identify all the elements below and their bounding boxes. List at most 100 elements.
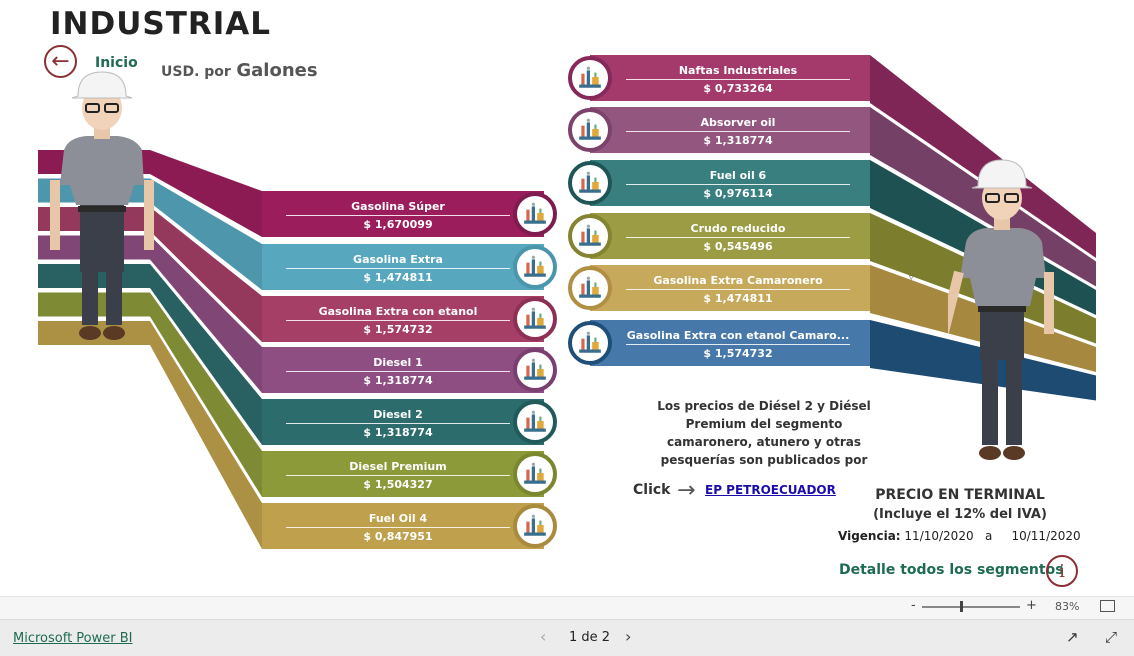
refinery-icon xyxy=(579,276,601,298)
note-line: camaronero, atunero y otras xyxy=(666,435,862,449)
product-card: Gasolina Súper $ 1,670099 xyxy=(262,191,544,237)
product-card: Gasolina Extra con etanol $ 1,574732 xyxy=(262,296,544,342)
inicio-link[interactable]: Inicio xyxy=(95,55,138,71)
product-badge xyxy=(513,192,557,236)
product-badge xyxy=(513,452,557,496)
product-badge xyxy=(568,321,612,365)
divider-line xyxy=(286,320,510,321)
product-price: $ 1,670099 xyxy=(363,218,433,231)
page-indicator: 1 de 2 xyxy=(569,630,611,645)
product-name: Gasolina Extra con etanol xyxy=(318,305,478,318)
product-card: Crudo reducido $ 0,545496 xyxy=(590,213,870,259)
footer-bar xyxy=(0,619,1134,656)
product-badge xyxy=(513,297,557,341)
divider-line xyxy=(286,371,510,372)
product-badge xyxy=(513,504,557,548)
refinery-icon xyxy=(579,224,601,246)
product-name: Diesel 1 xyxy=(373,356,423,369)
arrow-right-icon: → xyxy=(677,478,696,503)
product-price: $ 0,847951 xyxy=(363,530,433,543)
refinery-icon xyxy=(524,410,546,432)
divider-line xyxy=(626,289,850,290)
zoom-level: 83% xyxy=(1055,600,1080,613)
product-price: $ 1,474811 xyxy=(703,292,773,305)
refinery-icon xyxy=(579,171,601,193)
product-badge xyxy=(513,245,557,289)
fit-page-icon[interactable] xyxy=(1100,600,1115,612)
units-label: USD. por Galones xyxy=(161,60,318,81)
back-button[interactable]: ← xyxy=(44,45,77,78)
segment-note: Los precios de Diésel 2 y Diésel Premium… xyxy=(646,397,882,469)
power-bi-link[interactable]: Microsoft Power BI xyxy=(13,631,132,646)
refinery-icon xyxy=(524,307,546,329)
divider-line xyxy=(286,423,510,424)
product-price: $ 0,545496 xyxy=(703,240,773,253)
vigencia-sep: a xyxy=(985,529,993,543)
refinery-icon xyxy=(524,255,546,277)
zoom-slider-thumb[interactable] xyxy=(960,601,963,612)
vigencia-label: Vigencia: xyxy=(838,529,901,543)
zoom-slider-track[interactable] xyxy=(922,606,1020,608)
product-name: Gasolina Extra xyxy=(353,253,443,266)
product-card: Diesel 1 $ 1,318774 xyxy=(262,347,544,393)
vigencia-from: 11/10/2020 xyxy=(904,529,974,543)
product-price: $ 1,318774 xyxy=(363,426,433,439)
product-badge xyxy=(568,161,612,205)
product-card: Diesel 2 $ 1,318774 xyxy=(262,399,544,445)
expand-icon[interactable]: ⤢ xyxy=(1105,628,1117,646)
product-card: Gasolina Extra Camaronero $ 1,474811 xyxy=(590,265,870,311)
product-card: Absorver oil $ 1,318774 xyxy=(590,107,870,153)
product-name: Diesel 2 xyxy=(373,408,423,421)
refinery-icon xyxy=(524,514,546,536)
product-price: $ 0,733264 xyxy=(703,82,773,95)
petroecuador-link[interactable]: EP PETROECUADOR xyxy=(705,483,836,497)
refinery-icon xyxy=(524,462,546,484)
note-line: pesquerías son publicados por xyxy=(660,453,868,467)
units-value: Galones xyxy=(236,60,318,81)
product-badge xyxy=(568,214,612,258)
product-name: Naftas Industriales xyxy=(678,64,798,77)
product-price: $ 1,574732 xyxy=(363,323,433,336)
zoom-out-button[interactable]: - xyxy=(911,598,916,613)
product-price: $ 1,504327 xyxy=(363,478,433,491)
product-badge xyxy=(568,56,612,100)
product-price: $ 1,318774 xyxy=(703,134,773,147)
divider-line xyxy=(626,79,850,80)
divider-line xyxy=(286,268,510,269)
product-name: Crudo reducido xyxy=(690,222,786,235)
refinery-icon xyxy=(579,66,601,88)
divider-line xyxy=(626,344,850,345)
product-price: $ 1,318774 xyxy=(363,374,433,387)
divider-line xyxy=(626,184,850,185)
chevron-right-icon[interactable]: › xyxy=(625,627,631,646)
iva-note: (Incluye el 12% del IVA) xyxy=(873,507,1047,522)
product-card: Gasolina Extra $ 1,474811 xyxy=(262,244,544,290)
product-name: Gasolina Extra Camaronero xyxy=(653,274,823,287)
divider-line xyxy=(286,475,510,476)
info-icon[interactable]: i xyxy=(1046,555,1078,587)
product-badge xyxy=(568,108,612,152)
divider-line xyxy=(626,237,850,238)
refinery-icon xyxy=(524,358,546,380)
product-price: $ 1,474811 xyxy=(363,271,433,284)
click-label: Click xyxy=(633,482,671,498)
dropdown-marker-icon: ▿ xyxy=(909,273,914,283)
divider-line xyxy=(626,131,850,132)
note-line: Los precios de Diésel 2 y Diésel xyxy=(657,399,871,413)
divider-line xyxy=(286,215,510,216)
precio-terminal-heading: PRECIO EN TERMINAL xyxy=(875,487,1045,503)
detalle-segmentos-link[interactable]: Detalle todos los segmentos xyxy=(839,562,1064,578)
refinery-icon xyxy=(579,118,601,140)
product-badge xyxy=(513,400,557,444)
product-name: Fuel Oil 4 xyxy=(368,512,428,525)
note-line: Premium del segmento xyxy=(685,417,843,431)
divider-line xyxy=(286,527,510,528)
chevron-left-icon[interactable]: ‹ xyxy=(540,627,546,646)
product-name: Gasolina Extra con etanol Camaro... xyxy=(626,329,850,342)
product-name: Diesel Premium xyxy=(349,460,447,473)
product-price: $ 1,574732 xyxy=(703,347,773,360)
product-price: $ 0,976114 xyxy=(703,187,773,200)
zoom-in-button[interactable]: + xyxy=(1026,598,1037,613)
share-icon[interactable]: ↗ xyxy=(1066,628,1079,646)
refinery-icon xyxy=(579,331,601,353)
